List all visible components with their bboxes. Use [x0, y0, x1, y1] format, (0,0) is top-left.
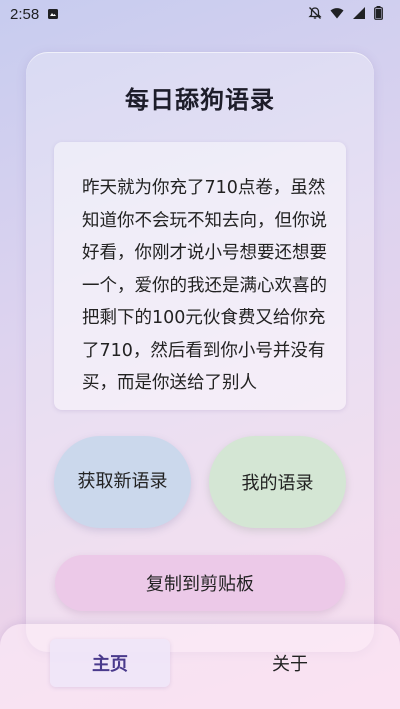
- nav-about-label: 关于: [272, 654, 308, 675]
- wifi-icon: [330, 6, 344, 20]
- get-new-quote-label: 获取新语录: [77, 471, 168, 492]
- copy-to-clipboard-label: 复制到剪贴板: [146, 574, 254, 595]
- status-bar: 2:58: [0, 0, 400, 28]
- nav-home-label: 主页: [92, 654, 128, 675]
- mute-icon: [308, 6, 322, 20]
- notification-icon: [47, 8, 61, 22]
- copy-to-clipboard-button[interactable]: 复制到剪贴板: [55, 555, 345, 611]
- my-quotes-button[interactable]: 我的语录: [209, 436, 346, 528]
- status-right: [308, 6, 388, 20]
- bottom-nav: 主页 关于: [0, 624, 400, 709]
- get-new-quote-button[interactable]: 获取新语录: [54, 436, 191, 528]
- signal-icon: [352, 6, 366, 20]
- nav-about-tab[interactable]: 关于: [230, 639, 350, 687]
- my-quotes-label: 我的语录: [241, 473, 314, 494]
- quote-box[interactable]: 昨天就为你充了710点卷，虽然知道你不会玩不知去向，但你说好看，你刚才说小号想要…: [54, 142, 346, 410]
- page-title: 每日舔狗语录: [125, 86, 275, 114]
- battery-icon: [374, 6, 388, 20]
- nav-home-tab[interactable]: 主页: [50, 639, 170, 687]
- quote-text: 昨天就为你充了710点卷，虽然知道你不会玩不知去向，但你说好看，你刚才说小号想要…: [82, 178, 327, 393]
- status-left: 2:58: [10, 6, 61, 23]
- status-time: 2:58: [10, 6, 40, 23]
